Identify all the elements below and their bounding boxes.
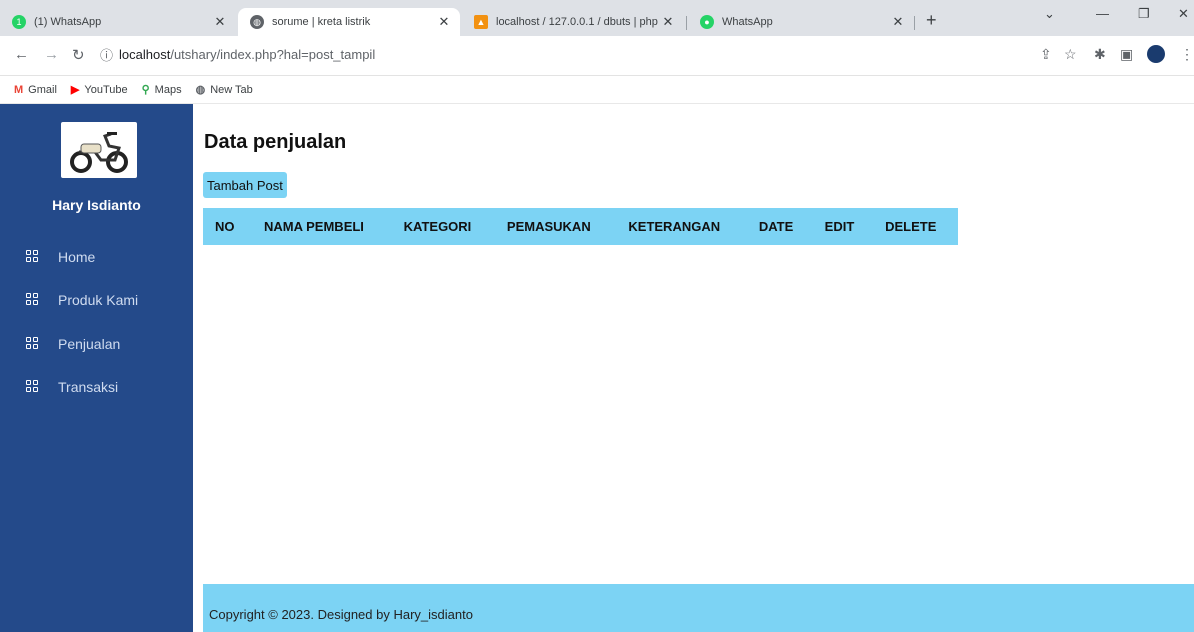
tab-title: WhatsApp	[722, 16, 773, 28]
profile-avatar[interactable]	[1147, 45, 1165, 63]
whatsapp-icon: ●	[700, 15, 714, 29]
window-close-icon[interactable]: ✕	[1178, 6, 1189, 22]
sidebar-item-produk-kami[interactable]: Produk Kami	[26, 292, 138, 308]
bookmark-new-tab[interactable]: ◍ New Tab	[195, 83, 253, 97]
column-header-kategori: KATEGORI	[403, 219, 472, 234]
url-path: /utshary/index.php?hal=post_tampil	[170, 46, 376, 62]
sales-table: NO NAMA PEMBELI KATEGORI PEMASUKAN KETER…	[203, 208, 958, 245]
column-header-delete: DELETE	[885, 219, 937, 234]
tab-search-icon[interactable]: ⌄	[1044, 6, 1055, 22]
globe-icon: ◍	[195, 84, 206, 96]
maps-pin-icon: ⚲	[141, 84, 150, 96]
forward-arrow-icon[interactable]: →	[44, 46, 59, 63]
sidebar-item-home[interactable]: Home	[26, 249, 95, 265]
column-header-edit: EDIT	[824, 219, 855, 234]
close-icon[interactable]: ✕	[890, 14, 906, 30]
column-header-date: DATE	[758, 219, 794, 234]
bookmark-star-icon[interactable]: ☆	[1064, 46, 1077, 63]
column-header-keterangan: KETERANGAN	[628, 219, 721, 234]
close-icon[interactable]: ✕	[212, 14, 228, 30]
main-content: Data penjualan Tambah Post NO NAMA PEMBE…	[193, 104, 1194, 632]
phpmyadmin-icon: ▲	[474, 15, 488, 29]
close-icon[interactable]: ✕	[660, 14, 676, 30]
column-header-nama-pembeli: NAMA PEMBELI	[264, 219, 364, 234]
grid-icon	[26, 380, 40, 394]
browser-tab-strip: 1 (1) WhatsApp ✕ ◍ sorume | kreta listri…	[0, 0, 1194, 36]
sidebar-item-label: Penjualan	[58, 336, 121, 352]
new-tab-button[interactable]: +	[926, 10, 937, 31]
tab-title: sorume | kreta listrik	[272, 16, 371, 28]
minimize-icon[interactable]: —	[1096, 6, 1109, 21]
tab-phpmyadmin[interactable]: ▲ localhost / 127.0.0.1 / dbuts | php ✕	[462, 8, 684, 36]
sidebar-item-label: Transaksi	[58, 379, 119, 395]
address-bar[interactable]: ⓘ localhost /utshary/index.php?hal=post_…	[100, 40, 1000, 68]
grid-icon	[26, 250, 40, 264]
bookmarks-bar: M Gmail ▶ YouTube ⚲ Maps ◍ New Tab	[0, 76, 1194, 104]
bookmark-maps[interactable]: ⚲ Maps	[141, 83, 182, 97]
tab-separator	[914, 16, 915, 30]
tab-title: (1) WhatsApp	[34, 16, 102, 28]
scooter-icon	[70, 132, 128, 173]
sidebar: Hary Isdianto Home Produk Kami Penjualan…	[0, 104, 193, 632]
globe-icon: ◍	[250, 15, 264, 29]
side-panel-icon[interactable]: ▣	[1120, 46, 1133, 63]
tambah-post-button[interactable]: Tambah Post	[203, 172, 287, 198]
copyright-text: Copyright © 2023. Designed by Hary_isdia…	[209, 606, 473, 622]
close-icon[interactable]: ✕	[436, 14, 452, 30]
bookmark-label: Maps	[154, 83, 182, 96]
gmail-icon: M	[14, 83, 24, 96]
share-icon[interactable]: ⇪	[1040, 46, 1052, 63]
tab-separator	[686, 16, 687, 30]
tab-sorume[interactable]: ◍ sorume | kreta listrik ✕	[238, 8, 460, 36]
page-title: Data penjualan	[204, 131, 347, 153]
tab-whatsapp-1[interactable]: 1 (1) WhatsApp ✕	[0, 8, 236, 36]
bookmark-label: YouTube	[84, 83, 128, 96]
site-info-icon[interactable]: ⓘ	[100, 45, 113, 64]
extensions-icon[interactable]: ✱	[1094, 46, 1106, 63]
menu-kebab-icon[interactable]: ⋮	[1180, 46, 1194, 63]
column-header-no: NO	[215, 219, 235, 234]
youtube-icon: ▶	[70, 84, 80, 96]
tab-whatsapp-2[interactable]: ● WhatsApp ✕	[688, 8, 914, 36]
scooter-logo	[61, 122, 137, 178]
table-header-row: NO NAMA PEMBELI KATEGORI PEMASUKAN KETER…	[203, 208, 958, 245]
bookmark-label: New Tab	[210, 83, 253, 96]
user-name: Hary Isdianto	[52, 197, 141, 213]
footer: Copyright © 2023. Designed by Hary_isdia…	[203, 584, 1194, 632]
browser-toolbar: ← → ↻ ⓘ localhost /utshary/index.php?hal…	[0, 36, 1194, 76]
bookmark-label: Gmail	[28, 83, 57, 96]
tab-title: localhost / 127.0.0.1 / dbuts | php	[496, 16, 658, 28]
url-host: localhost	[119, 46, 171, 62]
column-header-pemasukan: PEMASUKAN	[506, 219, 591, 234]
restore-icon[interactable]: ❐	[1138, 6, 1150, 22]
bookmark-gmail[interactable]: M Gmail	[14, 84, 57, 96]
sidebar-item-label: Home	[58, 249, 96, 265]
reload-icon[interactable]: ↻	[72, 46, 85, 64]
bookmark-youtube[interactable]: ▶ YouTube	[70, 83, 128, 97]
grid-icon	[26, 293, 40, 307]
whatsapp-badge-icon: 1	[12, 15, 26, 29]
sidebar-item-label: Produk Kami	[58, 292, 139, 308]
back-arrow-icon[interactable]: ←	[14, 46, 29, 63]
sidebar-item-penjualan[interactable]: Penjualan	[26, 336, 120, 352]
sidebar-item-transaksi[interactable]: Transaksi	[26, 379, 118, 395]
grid-icon	[26, 337, 40, 351]
